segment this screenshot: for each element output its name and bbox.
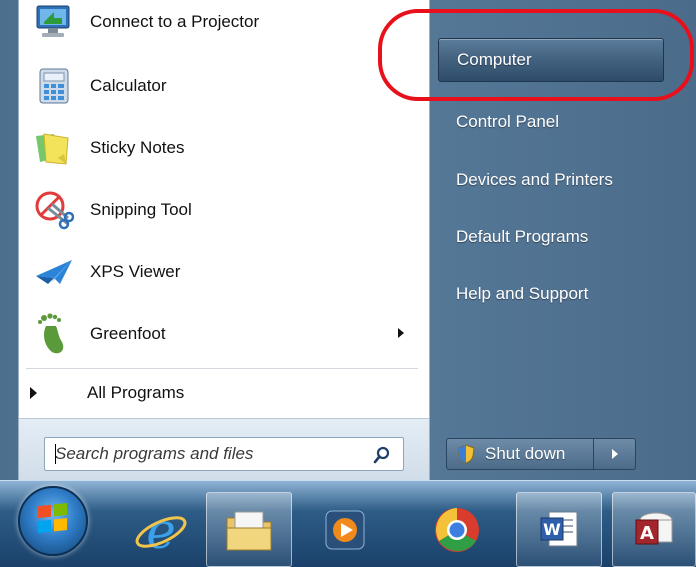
calculator-icon — [32, 64, 76, 108]
default-programs-link[interactable]: Default Programs — [438, 215, 664, 259]
help-support-label: Help and Support — [456, 284, 589, 303]
devices-printers-label: Devices and Printers — [456, 170, 613, 189]
expand-arrow-icon — [30, 387, 37, 399]
program-item-sticky-notes[interactable]: Sticky Notes — [32, 120, 422, 176]
sticky-notes-icon — [32, 126, 76, 170]
program-item-greenfoot[interactable]: Greenfoot — [32, 306, 422, 362]
program-label: Sticky Notes — [90, 138, 185, 157]
shield-icon — [457, 444, 475, 464]
media-player-icon[interactable] — [302, 492, 388, 567]
program-item-connect-projector[interactable]: Connect to a Projector — [32, 0, 422, 50]
xps-viewer-icon — [32, 250, 76, 294]
program-label: Calculator — [90, 76, 167, 95]
control-panel-label: Control Panel — [456, 112, 560, 131]
projector-icon — [32, 0, 76, 44]
divider — [26, 368, 418, 369]
help-support-link[interactable]: Help and Support — [438, 272, 664, 316]
control-panel-link[interactable]: Control Panel — [438, 100, 664, 144]
shutdown-control: Shut down — [446, 438, 636, 470]
program-label: Snipping Tool — [90, 200, 192, 219]
submenu-arrow-icon — [398, 328, 404, 338]
program-item-xps-viewer[interactable]: XPS Viewer — [32, 244, 422, 300]
word-icon[interactable]: W — [516, 492, 602, 567]
snipping-tool-icon — [32, 188, 76, 232]
chrome-icon[interactable] — [414, 492, 500, 567]
start-menu: Connect to a Projector Calculator Sticky… — [0, 0, 696, 480]
program-item-calculator[interactable]: Calculator — [32, 58, 422, 114]
text-cursor — [55, 444, 56, 464]
annotation-circle — [378, 9, 694, 101]
program-label: XPS Viewer — [90, 262, 181, 281]
all-programs-label: All Programs — [87, 383, 185, 402]
svg-text:A: A — [640, 523, 654, 544]
program-label: Connect to a Projector — [90, 12, 260, 31]
access-icon[interactable]: A — [612, 492, 696, 567]
search-box[interactable] — [44, 437, 404, 471]
start-orb-icon[interactable] — [18, 486, 88, 556]
program-item-snipping-tool[interactable]: Snipping Tool — [32, 182, 422, 238]
shutdown-button[interactable]: Shut down — [446, 438, 594, 470]
search-icon[interactable] — [373, 446, 391, 464]
shutdown-label: Shut down — [485, 444, 566, 463]
default-programs-label: Default Programs — [456, 227, 589, 246]
svg-text:W: W — [543, 520, 561, 539]
all-programs-button[interactable]: All Programs — [30, 376, 410, 410]
program-label: Greenfoot — [90, 324, 166, 343]
search-input[interactable] — [45, 444, 355, 464]
chevron-right-icon — [611, 449, 618, 459]
devices-printers-link[interactable]: Devices and Printers — [438, 158, 664, 202]
svg-text:e: e — [146, 502, 176, 558]
internet-explorer-icon[interactable]: e — [118, 492, 204, 567]
shutdown-options-button[interactable] — [594, 438, 636, 470]
greenfoot-icon — [32, 312, 76, 356]
file-explorer-icon[interactable] — [206, 492, 292, 567]
